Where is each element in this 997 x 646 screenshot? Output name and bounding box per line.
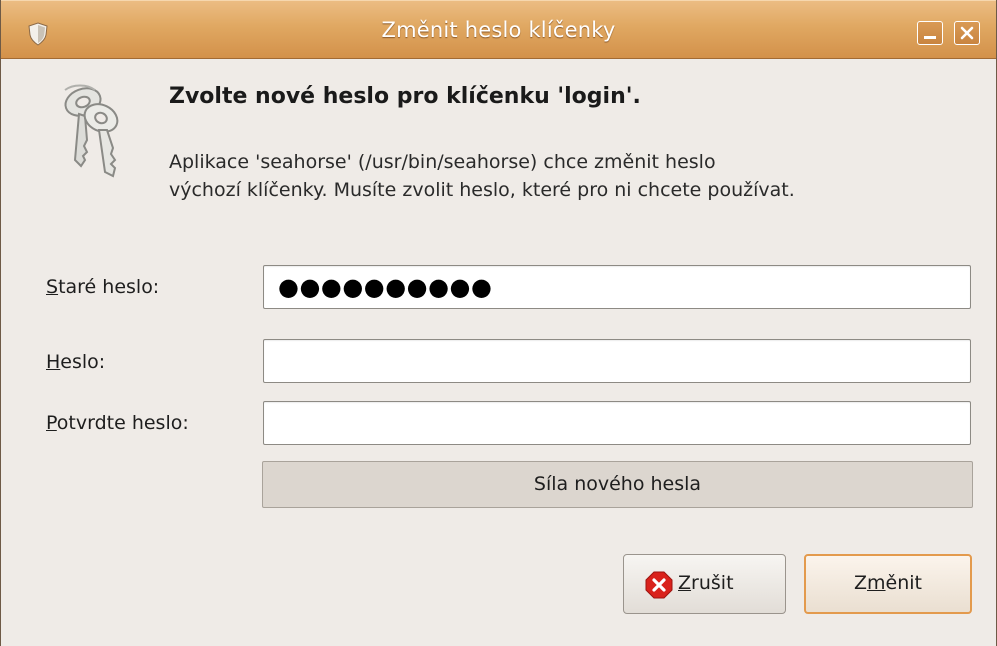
new-password-mnemonic: H [46, 351, 61, 373]
keys-icon [64, 84, 119, 178]
password-strength-label: Síla nového hesla [533, 473, 702, 495]
old-password-value: ●●●●●●●●●● [278, 273, 493, 301]
minimize-button[interactable] [917, 21, 943, 45]
description-line-1: Aplikace 'seahorse' (/usr/bin/seahorse) … [169, 151, 716, 173]
password-strength-bar: Síla nového hesla [262, 461, 973, 508]
confirm-password-label-text: otvrdte heslo: [56, 412, 189, 434]
cancel-button[interactable]: Zrušit [623, 554, 786, 614]
new-password-field[interactable] [263, 339, 971, 383]
change-button-label: Změnit [806, 572, 970, 594]
change-mnemonic: m [867, 572, 886, 594]
cancel-mnemonic: Z [678, 572, 692, 594]
new-password-label: Heslo: [46, 351, 105, 373]
change-label-before: Z [853, 572, 868, 594]
change-label-after: ěnit [885, 572, 922, 594]
new-password-label-text: eslo: [60, 351, 106, 373]
window-title: Změnit heslo klíčenky [381, 18, 616, 42]
title-bar[interactable]: Změnit heslo klíčenky [1, 0, 996, 59]
old-password-label: Staré heslo: [46, 276, 159, 298]
confirm-password-mnemonic: P [46, 412, 57, 434]
dialog-heading: Zvolte nové heslo pro klíčenku 'login'. [169, 84, 641, 109]
confirm-password-field[interactable] [263, 401, 971, 445]
old-password-label-text: taré heslo: [58, 276, 160, 298]
old-password-mnemonic: S [46, 276, 59, 298]
dialog-description: Aplikace 'seahorse' (/usr/bin/seahorse) … [169, 148, 979, 204]
minimize-icon [924, 36, 936, 39]
cancel-x-icon [645, 571, 673, 599]
close-icon [960, 26, 974, 40]
dialog-window: Změnit heslo klíčenky Zvolte nové heslo … [0, 0, 997, 646]
cancel-button-label: Zrušit [678, 572, 734, 594]
old-password-field[interactable]: ●●●●●●●●●● [263, 265, 971, 309]
description-line-2: výchozí klíčenky. Musíte zvolit heslo, k… [169, 179, 795, 201]
close-button[interactable] [954, 21, 980, 45]
cancel-label-text: rušit [691, 572, 734, 594]
change-button[interactable]: Změnit [804, 554, 972, 614]
confirm-password-label: Potvrdte heslo: [46, 412, 189, 434]
